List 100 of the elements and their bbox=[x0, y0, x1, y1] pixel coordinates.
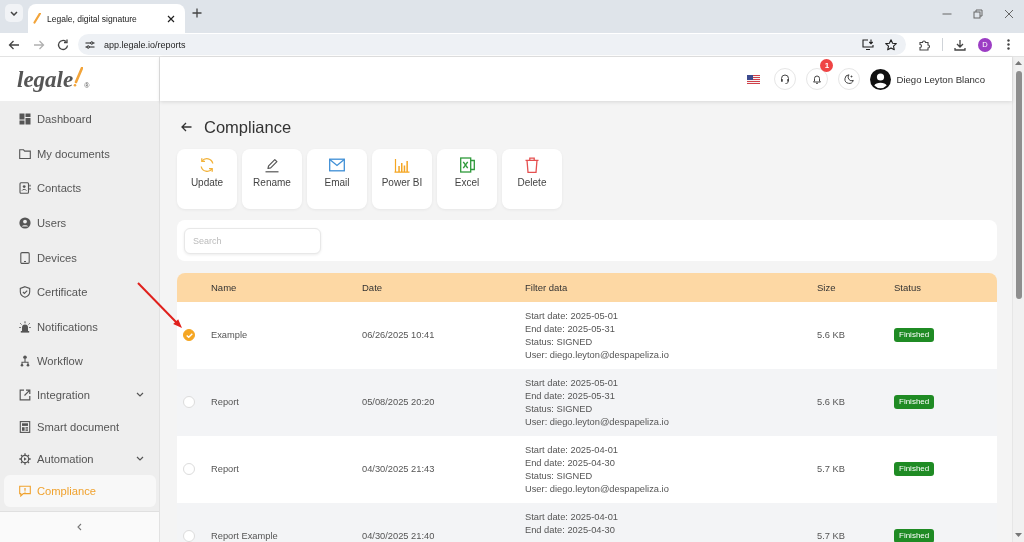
row-checkbox[interactable] bbox=[183, 329, 195, 341]
sidebar-item[interactable]: Users bbox=[4, 205, 156, 241]
report-name: Report bbox=[211, 397, 239, 407]
bell-icon bbox=[812, 74, 823, 84]
status-badge: Finished bbox=[894, 529, 935, 542]
user-name[interactable]: Diego Leyton Blanco bbox=[896, 73, 985, 85]
report-date: 04/30/2025 21:40 bbox=[362, 531, 435, 541]
hierarchy-icon bbox=[19, 355, 31, 368]
sidebar-item[interactable]: Dashboard bbox=[4, 102, 156, 137]
sidebar-item[interactable]: Contacts bbox=[4, 171, 156, 206]
column-header: Status bbox=[894, 282, 922, 293]
trash-icon bbox=[525, 157, 539, 173]
column-header: Filter data bbox=[525, 282, 569, 293]
pen-stroke-icon bbox=[33, 13, 41, 24]
annotation-arrow bbox=[137, 282, 182, 328]
restore-icon[interactable] bbox=[973, 9, 983, 19]
notifications-button[interactable] bbox=[806, 68, 829, 90]
menu-icon[interactable] bbox=[1007, 39, 1010, 50]
page-title: Compliance bbox=[204, 117, 292, 137]
update-button[interactable]: Update bbox=[177, 149, 237, 209]
filter-data: Start date: 2025-04-01 End date: 2025-04-30 Status: SIGNED User: diego.leyton@despapeliza.io bbox=[525, 445, 669, 494]
column-header: Name bbox=[211, 282, 238, 293]
report-date: 04/30/2025 21:43 bbox=[362, 464, 435, 474]
excel-button[interactable]: Excel bbox=[437, 149, 497, 209]
sidebar-item[interactable]: Devices bbox=[4, 240, 156, 275]
checkmark-icon bbox=[185, 332, 193, 338]
triangle-down-icon[interactable] bbox=[1015, 533, 1022, 537]
support-button[interactable] bbox=[774, 68, 797, 90]
filter-data: Start date: 2025-05-01 End date: 2025-05-31 Status: SIGNED User: diego.leyton@despapeliza.io bbox=[525, 378, 669, 427]
column-header: Size bbox=[817, 282, 837, 293]
row-checkbox[interactable] bbox=[183, 463, 195, 475]
back-arrow-icon[interactable] bbox=[181, 122, 192, 132]
puzzle-icon[interactable] bbox=[919, 38, 931, 51]
external-link-icon bbox=[19, 388, 31, 401]
filter-data: Start date: 2025-04-01 End date: 2025-04-30 bbox=[525, 512, 619, 535]
status-badge: Finished bbox=[894, 462, 935, 476]
grid-icon bbox=[19, 113, 31, 126]
status-badge: Finished bbox=[894, 328, 935, 342]
star-icon[interactable] bbox=[885, 38, 897, 51]
back-arrow-icon[interactable] bbox=[8, 38, 20, 51]
siren-icon bbox=[19, 320, 31, 333]
triangle-up-icon[interactable] bbox=[1015, 61, 1022, 65]
contact-card-icon bbox=[19, 182, 31, 195]
avatar-icon[interactable] bbox=[870, 68, 892, 90]
report-date: 05/08/2025 20:20 bbox=[362, 397, 435, 407]
theme-button[interactable] bbox=[838, 68, 861, 90]
reload-icon[interactable] bbox=[57, 38, 69, 51]
table-row[interactable]: Report 04/30/2025 21:43 Start date: 2025-04-01 End date: 2025-04-30 Status: SIGNED User: diego.leyton@despapeliza.io 5.7 KB Finished bbox=[177, 436, 997, 503]
gear-icon bbox=[19, 452, 31, 465]
notification-badge: 1 bbox=[820, 59, 834, 72]
chevron-left-icon[interactable] bbox=[77, 523, 82, 531]
flag-icon[interactable] bbox=[747, 74, 761, 84]
close-icon[interactable] bbox=[167, 14, 175, 23]
shield-check-icon bbox=[19, 286, 31, 299]
row-checkbox[interactable] bbox=[183, 530, 195, 542]
email-button[interactable]: Email bbox=[307, 149, 367, 209]
address-bar[interactable]: app.legale.io/reports bbox=[78, 34, 906, 55]
delete-button[interactable]: Delete bbox=[502, 149, 562, 209]
sidebar-item[interactable]: Certificate bbox=[4, 274, 156, 310]
chevron-down-icon[interactable] bbox=[136, 392, 144, 398]
envelope-icon bbox=[329, 158, 345, 172]
sidebar-item[interactable]: Workflow bbox=[4, 344, 156, 379]
tablet-icon bbox=[19, 251, 31, 264]
install-app-icon[interactable] bbox=[862, 39, 874, 50]
pencil-icon bbox=[264, 157, 280, 173]
download-icon[interactable] bbox=[954, 38, 966, 51]
document-layout-icon bbox=[19, 420, 31, 433]
report-name: Report Example bbox=[211, 531, 278, 541]
plus-icon[interactable] bbox=[192, 8, 202, 18]
bar-chart-icon bbox=[394, 157, 410, 173]
report-name: Report bbox=[211, 464, 239, 474]
circular-arrows-icon bbox=[199, 157, 215, 173]
status-badge: Finished bbox=[894, 395, 935, 409]
power-bi-button[interactable]: Power BI bbox=[372, 149, 432, 209]
scrollbar[interactable] bbox=[1012, 57, 1024, 542]
tab-list-button[interactable] bbox=[5, 4, 23, 22]
sidebar-item[interactable]: Automation bbox=[4, 442, 156, 475]
user-circle-icon bbox=[19, 217, 31, 230]
tune-icon[interactable] bbox=[85, 39, 95, 50]
headset-icon bbox=[780, 74, 791, 84]
sidebar-item[interactable]: Notifications bbox=[4, 309, 156, 345]
row-checkbox[interactable] bbox=[183, 396, 195, 408]
file-size: 5.7 KB bbox=[817, 531, 845, 541]
moon-icon bbox=[844, 74, 855, 84]
chevron-down-icon bbox=[10, 10, 18, 16]
rename-button[interactable]: Rename bbox=[242, 149, 302, 209]
chevron-down-icon[interactable] bbox=[136, 456, 144, 462]
sidebar-item[interactable]: Integration bbox=[4, 378, 156, 411]
search-field[interactable]: Search bbox=[184, 228, 321, 254]
file-size: 5.6 KB bbox=[817, 330, 845, 340]
report-name: Example bbox=[211, 330, 248, 340]
report-date: 06/26/2025 10:41 bbox=[362, 330, 435, 340]
browser-tab[interactable]: Legale, digital signature bbox=[28, 4, 185, 33]
folder-icon bbox=[19, 147, 31, 160]
sidebar-item[interactable]: My documents bbox=[4, 136, 156, 172]
sidebar-item[interactable]: Smart document bbox=[4, 410, 156, 443]
file-size: 5.6 KB bbox=[817, 397, 845, 407]
scrollbar-thumb[interactable] bbox=[1015, 71, 1022, 299]
file-size: 5.7 KB bbox=[817, 464, 845, 474]
table-row[interactable]: Example 06/26/2025 10:41 Start date: 2025-05-01 End date: 2025-05-31 Status: SIGNED User: diego.leyton@despapeliza.io 5.6 KB Finished bbox=[177, 302, 997, 369]
